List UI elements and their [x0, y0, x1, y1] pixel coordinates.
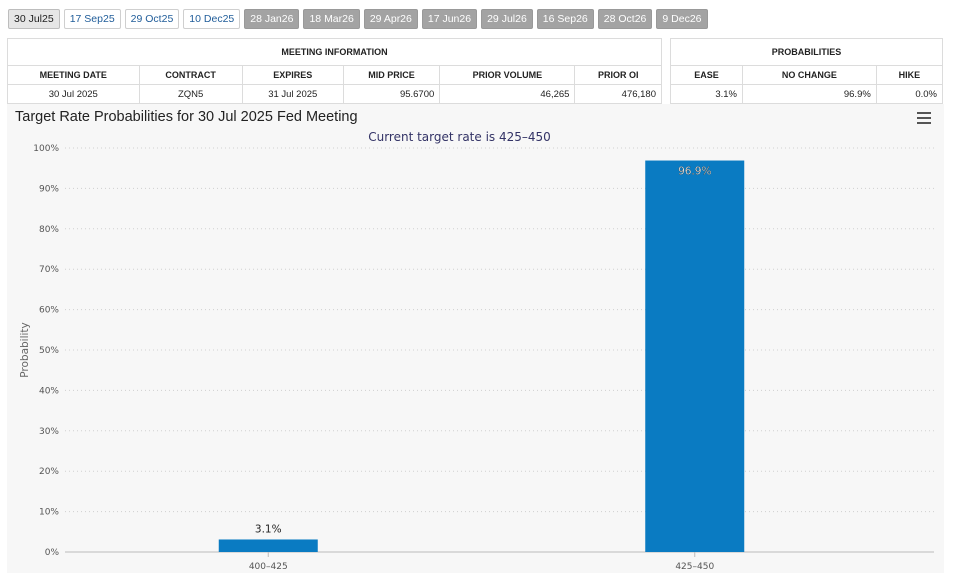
- x-tick-label: 400–425: [249, 562, 288, 572]
- y-tick-label: 80%: [39, 225, 59, 235]
- data-label: 3.1%: [255, 523, 282, 535]
- chart-panel: Target Rate Probabilities for 30 Jul 202…: [7, 104, 944, 573]
- mid-price-value: 95.6700: [342, 84, 441, 104]
- tab-9-dec26[interactable]: 9 Dec26: [656, 9, 708, 29]
- col-mid-price: MID PRICE: [342, 65, 441, 85]
- tab-17-sep25[interactable]: 17 Sep25: [63, 9, 121, 29]
- ease-value: 3.1%: [670, 84, 743, 104]
- y-tick-label: 30%: [39, 427, 59, 437]
- y-tick-label: 10%: [39, 508, 59, 518]
- probabilities-header-row: EASE NO CHANGE HIKE: [670, 65, 944, 85]
- col-no-change: NO CHANGE: [741, 65, 877, 85]
- col-meeting-date: MEETING DATE: [7, 65, 140, 85]
- tab-28-jan26[interactable]: 28 Jan26: [244, 9, 300, 29]
- tab-18-mar26[interactable]: 18 Mar26: [303, 9, 360, 29]
- meeting-information-title: MEETING INFORMATION: [7, 38, 662, 66]
- col-hike: HIKE: [875, 65, 944, 85]
- prior-oi-value: 476,180: [574, 84, 662, 104]
- hike-value: 0.0%: [875, 84, 944, 104]
- tab-17-jun26[interactable]: 17 Jun26: [421, 9, 478, 29]
- y-tick-label: 100%: [33, 144, 59, 154]
- tab-10-dec25[interactable]: 10 Dec25: [183, 9, 241, 29]
- col-prior-volume: PRIOR VOLUME: [439, 65, 576, 85]
- probabilities-title: PROBABILITIES: [670, 38, 943, 66]
- meeting-information-table: MEETING INFORMATION MEETING DATE CONTRAC…: [7, 38, 662, 104]
- tab-28-oct26[interactable]: 28 Oct26: [597, 9, 653, 29]
- bar-425–450: [645, 160, 745, 553]
- probability-bar-chart: Current target rate is 425–450 0% 10% 20% 30…: [19, 130, 934, 572]
- meeting-date-value: 30 Jul 2025: [7, 84, 140, 104]
- data-label: 96.9%: [678, 166, 711, 178]
- meeting-date-tabs: 30 Jul25 17 Sep25 29 Oct25 10 Dec25 28 Jan26…: [8, 9, 708, 29]
- tab-30-jul25[interactable]: 30 Jul25: [8, 9, 60, 29]
- bar-400–425: [218, 539, 318, 552]
- y-axis-label: Probability: [19, 322, 31, 378]
- tab-16-sep26[interactable]: 16 Sep26: [536, 9, 594, 29]
- y-tick-label: 90%: [39, 184, 59, 194]
- table-row: 30 Jul 2025 ZQN5 31 Jul 2025 95.6700 46,…: [7, 84, 662, 104]
- prior-volume-value: 46,265: [439, 84, 576, 104]
- y-tick-label: 50%: [39, 346, 59, 356]
- meeting-header-row: MEETING DATE CONTRACT EXPIRES MID PRICE …: [7, 65, 662, 85]
- y-tick-label: 20%: [39, 467, 59, 477]
- col-contract: CONTRACT: [138, 65, 243, 85]
- tab-29-apr26[interactable]: 29 Apr26: [363, 9, 418, 29]
- chart-subtitle: Current target rate is 425–450: [368, 130, 551, 144]
- y-tick-label: 70%: [39, 265, 59, 275]
- tab-29-jul26[interactable]: 29 Jul26: [481, 9, 533, 29]
- col-expires: EXPIRES: [241, 65, 344, 85]
- x-tick-label: 425–450: [675, 562, 714, 572]
- contract-value: ZQN5: [138, 84, 243, 104]
- expires-value: 31 Jul 2025: [241, 84, 344, 104]
- table-row: 3.1% 96.9% 0.0%: [670, 84, 944, 104]
- col-ease: EASE: [670, 65, 743, 85]
- no-change-value: 96.9%: [741, 84, 877, 104]
- y-tick-label: 60%: [39, 306, 59, 316]
- y-tick-label: 0%: [45, 548, 60, 558]
- probabilities-table: PROBABILITIES EASE NO CHANGE HIKE 3.1% 9…: [670, 38, 944, 104]
- col-prior-oi: PRIOR OI: [574, 65, 662, 85]
- y-tick-label: 40%: [39, 386, 59, 396]
- tab-29-oct25[interactable]: 29 Oct25: [124, 9, 180, 29]
